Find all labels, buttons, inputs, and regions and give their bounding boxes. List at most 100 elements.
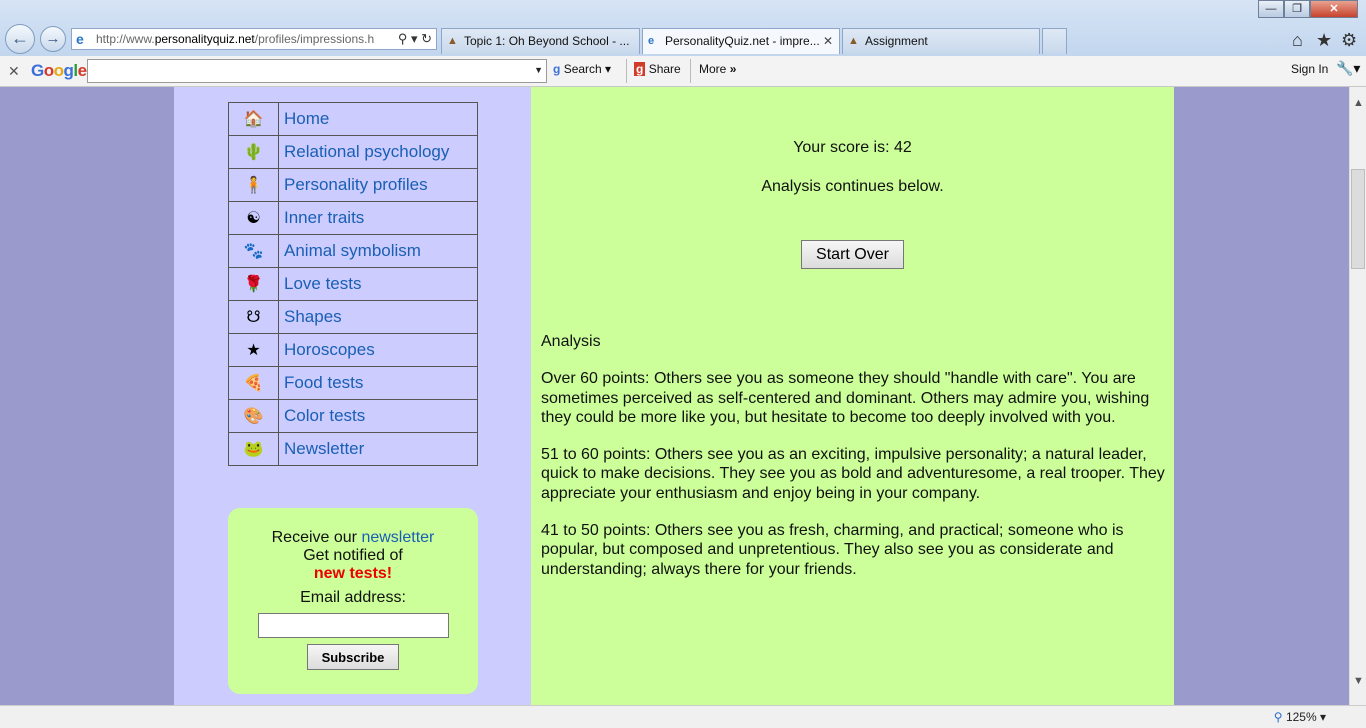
favorites-star-icon[interactable]: ★ [1316, 30, 1332, 51]
toolbar-divider [626, 59, 627, 83]
share-label: Share [648, 62, 681, 76]
more-button[interactable]: More » [699, 62, 736, 76]
share-button[interactable]: g Share [634, 62, 681, 76]
home-icon[interactable]: ⌂ [1292, 30, 1303, 51]
nav-link-animal-symbolism[interactable]: Animal symbolism [279, 241, 421, 260]
scroll-down-icon[interactable]: ▼ [1353, 675, 1364, 687]
nav-row: 🌵 Relational psychology [228, 135, 478, 169]
nav-row: ★ Horoscopes [228, 333, 478, 367]
newsletter-prefix: Receive our [271, 529, 362, 546]
tab-topic[interactable]: ▲ Topic 1: Oh Beyond School - ... [441, 28, 640, 54]
address-bar[interactable]: e http://www.personalityquiz.net/profile… [71, 28, 437, 50]
pizza-icon[interactable]: 🍕 [228, 366, 279, 400]
house-icon[interactable]: 🏠 [228, 102, 279, 136]
nav-row: 🏠 Home [228, 102, 478, 136]
analysis-section: Analysis Over 60 points: Others see you … [541, 332, 1166, 597]
analysis-continues-text: Analysis continues below. [761, 178, 944, 195]
email-label: Email address: [300, 589, 406, 606]
score-text: Your score is: 42 [793, 139, 912, 156]
main-content: Your score is: 42 Analysis continues bel… [531, 87, 1174, 705]
nav-link-personality-profiles[interactable]: Personality profiles [279, 175, 428, 194]
nav-cell: Color tests [278, 399, 478, 433]
sign-in-button[interactable]: Sign In [1291, 62, 1328, 76]
settings-gear-icon[interactable]: ⚙ [1341, 30, 1357, 51]
more-label: More [699, 62, 727, 76]
yin-yang-icon[interactable]: ☯ [228, 201, 279, 235]
google-toolbar: ✕ Google ▼ g Search ▾ g Share More » Sig… [0, 56, 1366, 87]
tab-label: Assignment [865, 34, 928, 48]
scroll-up-icon[interactable]: ▲ [1353, 97, 1364, 109]
toolbar-divider [690, 59, 691, 83]
nav-cell: Food tests [278, 366, 478, 400]
subscribe-button[interactable]: Subscribe [307, 644, 399, 670]
start-over-button[interactable]: Start Over [801, 240, 904, 269]
google-search-input[interactable]: ▼ [87, 59, 547, 83]
share-icon: g [634, 62, 646, 76]
analysis-paragraph: 41 to 50 points: Others see you as fresh… [541, 522, 1124, 578]
ie-icon: e [76, 31, 84, 47]
nav-link-horoscopes[interactable]: Horoscopes [279, 340, 375, 359]
nav-row: ☋ Shapes [228, 300, 478, 334]
nav-cell: Personality profiles [278, 168, 478, 202]
nav-link-food-tests[interactable]: Food tests [279, 373, 363, 392]
forward-button[interactable]: → [40, 26, 66, 52]
address-prefix: http://www. [96, 32, 155, 46]
toolbar-close-icon[interactable]: ✕ [8, 63, 20, 80]
nav-link-inner-traits[interactable]: Inner traits [279, 208, 364, 227]
rose-icon[interactable]: 🌹 [228, 267, 279, 301]
nav-link-color-tests[interactable]: Color tests [279, 406, 365, 425]
newsletter-highlight: new tests! [313, 565, 393, 582]
person-icon[interactable]: 🧍 [228, 168, 279, 202]
scrollbar-thumb[interactable] [1351, 169, 1365, 269]
nav-cell: Horoscopes [278, 333, 478, 367]
palette-icon[interactable]: 🎨 [228, 399, 279, 433]
minimize-icon[interactable]: — [1258, 0, 1284, 18]
nav-cell: Shapes [278, 300, 478, 334]
nav-row: ☯ Inner traits [228, 201, 478, 235]
new-tab-button[interactable] [1042, 28, 1067, 54]
tab-favicon-icon: ▲ [447, 35, 458, 47]
paw-icon[interactable]: 🐾 [228, 234, 279, 268]
status-bar: ⚲ 125% ▾ [0, 705, 1366, 728]
tab-favicon-icon: ▲ [848, 35, 859, 47]
tab-close-icon[interactable]: ✕ [823, 29, 833, 53]
wrench-icon[interactable]: 🔧▾ [1336, 60, 1360, 77]
zoom-level: 125% [1285, 710, 1317, 724]
vertical-scrollbar[interactable]: ▲ ▼ [1349, 87, 1366, 705]
cactus-icon[interactable]: 🌵 [228, 135, 279, 169]
nav-cell: Newsletter [278, 432, 478, 466]
window-controls: — ❐ ✕ [1258, 0, 1364, 18]
symbol-icon[interactable]: ☋ [228, 300, 279, 334]
address-path: /profiles/impressions.h [254, 32, 375, 46]
nav-row: 🐾 Animal symbolism [228, 234, 478, 268]
email-field[interactable] [257, 613, 449, 638]
star-icon[interactable]: ★ [228, 333, 279, 367]
nav-row: 🐸 Newsletter [228, 432, 478, 466]
newsletter-line2: Get notified of [303, 547, 403, 564]
nav-link-shapes[interactable]: Shapes [279, 307, 342, 326]
address-tools-icon[interactable]: ⚲ ▾ ↻ [397, 29, 432, 49]
tab-label: Topic 1: Oh Beyond School - ... [464, 34, 630, 48]
tab-personalityquiz[interactable]: e PersonalityQuiz.net - impre... ✕ [642, 28, 840, 54]
nav-link-home[interactable]: Home [279, 109, 329, 128]
chevron-down-icon[interactable]: ▼ [534, 65, 543, 75]
newsletter-line1: Receive our newsletter [228, 529, 478, 547]
sign-in-label: Sign In [1291, 62, 1329, 76]
nav-link-love-tests[interactable]: Love tests [279, 274, 362, 293]
nav-cell: Animal symbolism [278, 234, 478, 268]
maximize-icon[interactable]: ❐ [1284, 0, 1310, 18]
close-window-icon[interactable]: ✕ [1310, 0, 1358, 18]
newsletter-link[interactable]: newsletter [361, 529, 434, 546]
frog-icon[interactable]: 🐸 [228, 432, 279, 466]
back-button[interactable]: ← [5, 24, 35, 54]
google-logo: Google [31, 61, 87, 80]
nav-cell: Inner traits [278, 201, 478, 235]
nav-link-newsletter[interactable]: Newsletter [279, 439, 364, 458]
newsletter-box: Receive our newsletter Get notified of n… [228, 508, 478, 694]
nav-link-relational-psychology[interactable]: Relational psychology [279, 142, 449, 161]
google-search-button[interactable]: g Search ▾ [553, 62, 611, 76]
zoom-control[interactable]: ⚲ 125% ▾ [1274, 710, 1326, 724]
sidebar: 🏠 Home 🌵 Relational psychology 🧍 Personality … [174, 87, 531, 705]
nav-cell: Love tests [278, 267, 478, 301]
tab-assignment[interactable]: ▲ Assignment [842, 28, 1040, 54]
